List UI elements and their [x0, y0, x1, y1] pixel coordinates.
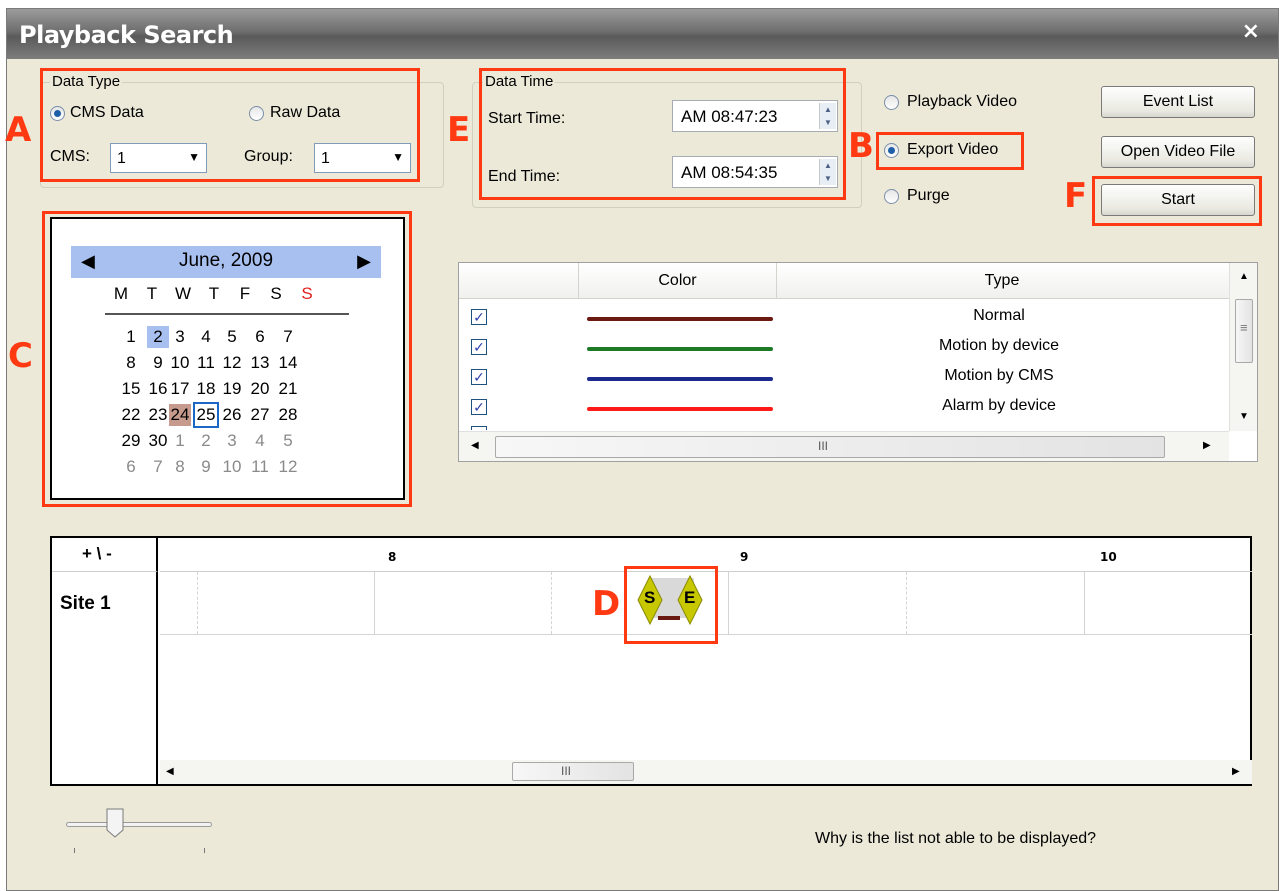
scroll-right-icon[interactable]: ▶: [1203, 440, 1211, 451]
purge-radio[interactable]: [884, 189, 899, 204]
annotation-box-f: [1092, 176, 1262, 226]
open-video-file-button[interactable]: Open Video File: [1101, 136, 1255, 168]
window-title: Playback Search: [19, 21, 234, 49]
event-color-swatch: [587, 407, 773, 411]
scroll-right-icon[interactable]: ▶: [1232, 766, 1240, 777]
slider-thumb[interactable]: [106, 808, 124, 838]
hour-label-10: 10: [1100, 550, 1117, 564]
annotation-box-e: [479, 68, 846, 200]
playback-video-label[interactable]: Playback Video: [907, 93, 1017, 111]
event-color-swatch: [587, 377, 773, 381]
list-item[interactable]: ✓ Motion by CMS: [459, 367, 1229, 395]
callout-e: E: [447, 110, 471, 150]
timeline-corner: + \ -: [52, 538, 158, 572]
grid-line: [1084, 572, 1085, 634]
purge-label[interactable]: Purge: [907, 187, 950, 205]
grid-dash: [197, 572, 198, 634]
zoom-slider[interactable]: [64, 808, 214, 854]
list-vertical-thumb[interactable]: ≡: [1235, 299, 1253, 363]
event-type-label: Normal: [973, 307, 1025, 324]
close-icon[interactable]: ×: [1242, 19, 1260, 44]
grip-icon: III: [818, 439, 829, 453]
event-list-button[interactable]: Event List: [1101, 86, 1255, 118]
annotation-box-a: [40, 68, 420, 182]
event-type-checkbox[interactable]: ✓: [471, 369, 487, 385]
timeline-horizontal-thumb[interactable]: III: [512, 762, 634, 781]
annotation-box-b: [876, 132, 1024, 170]
event-color-swatch: [587, 347, 773, 351]
scroll-down-icon[interactable]: ▼: [1239, 411, 1249, 422]
event-type-label: Alarm by device: [942, 397, 1056, 414]
hour-label-9: 9: [740, 550, 749, 564]
annotation-box-d: [624, 566, 718, 644]
grid-dash: [551, 572, 552, 634]
annotation-box-c: [42, 211, 412, 507]
grip-icon: III: [561, 764, 572, 778]
event-type-list[interactable]: Color Type ✓ Normal ✓ Motion by device ✓ Moti…: [458, 262, 1258, 462]
grid-dash: [906, 572, 907, 634]
grid-line: [728, 572, 729, 634]
list-horizontal-scrollbar[interactable]: ◀ III ▶: [459, 431, 1229, 461]
grip-icon: ≡: [1240, 320, 1248, 335]
callout-a: A: [5, 110, 32, 150]
callout-f: F: [1064, 176, 1088, 216]
list-item[interactable]: ✓ Alarm by device: [459, 397, 1229, 425]
event-type-checkbox[interactable]: ✓: [471, 339, 487, 355]
list-vertical-scrollbar[interactable]: ▲ ≡ ▼: [1229, 263, 1257, 431]
zoom-toggle[interactable]: + \ -: [82, 544, 112, 564]
event-type-label: Motion by CMS: [944, 367, 1054, 384]
title-bar[interactable]: Playback Search ×: [7, 9, 1278, 59]
list-item[interactable]: ✓ Normal: [459, 307, 1229, 335]
event-type-label: Motion by device: [938, 337, 1060, 354]
event-type-checkbox[interactable]: ✓: [471, 309, 487, 325]
event-color-swatch: [587, 317, 773, 321]
scroll-left-icon[interactable]: ◀: [166, 766, 174, 777]
slider-track: [66, 822, 212, 827]
callout-c: C: [8, 336, 33, 376]
column-header-color[interactable]: Color: [579, 263, 777, 299]
column-header-check[interactable]: [459, 263, 579, 299]
slider-tick: [74, 848, 75, 853]
scroll-up-icon[interactable]: ▲: [1239, 271, 1249, 282]
site-row-label[interactable]: Site 1: [60, 593, 111, 615]
callout-b: B: [848, 126, 874, 166]
list-horizontal-thumb[interactable]: III: [495, 436, 1165, 458]
list-row-partial: [471, 426, 487, 430]
playback-video-radio[interactable]: [884, 95, 899, 110]
slider-tick: [204, 848, 205, 853]
list-item[interactable]: ✓ Motion by device: [459, 337, 1229, 365]
grid-line: [374, 572, 375, 634]
list-header: Color Type: [459, 263, 1257, 299]
help-link[interactable]: Why is the list not able to be displayed…: [815, 830, 1096, 848]
column-header-type[interactable]: Type: [777, 263, 1227, 299]
callout-d: D: [592, 584, 621, 624]
scroll-left-icon[interactable]: ◀: [471, 440, 479, 451]
hour-label-8: 8: [388, 550, 397, 564]
timeline-horizontal-scrollbar[interactable]: ◀ III ▶: [160, 760, 1252, 784]
event-type-checkbox[interactable]: ✓: [471, 399, 487, 415]
